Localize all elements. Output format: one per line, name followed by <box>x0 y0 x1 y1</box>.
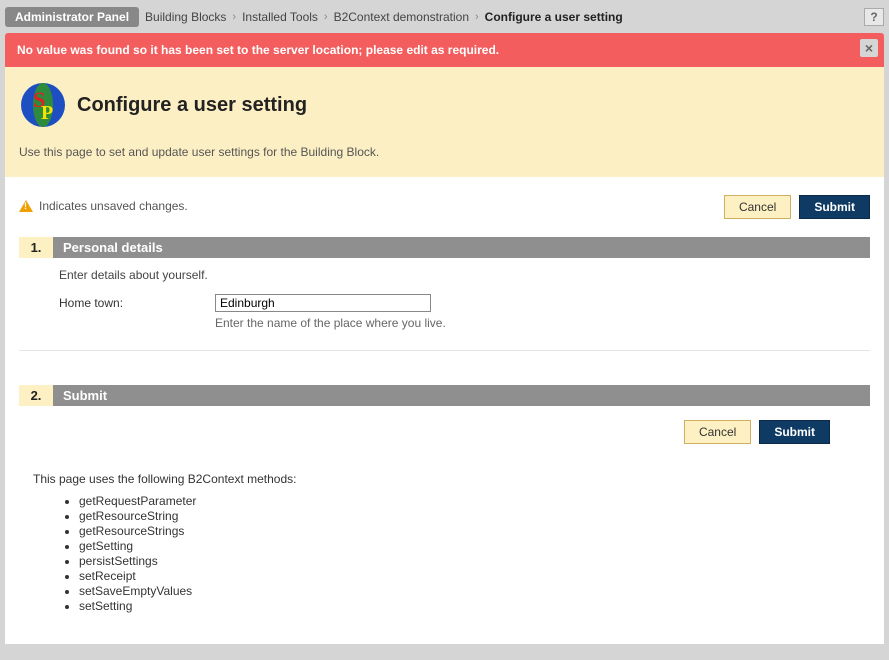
hometown-label: Home town: <box>59 294 215 330</box>
chevron-right-icon: › <box>324 11 328 23</box>
breadcrumb-current: Configure a user setting <box>485 10 623 24</box>
section-title: Submit <box>53 385 870 406</box>
action-buttons-top: Cancel Submit <box>724 195 870 219</box>
breadcrumb: Administrator Panel Building Blocks › In… <box>5 5 884 33</box>
breadcrumb-item[interactable]: Building Blocks <box>145 10 226 24</box>
action-buttons-bottom: Cancel Submit <box>59 420 830 444</box>
chevron-right-icon: › <box>232 11 236 23</box>
submit-button[interactable]: Submit <box>759 420 830 444</box>
form-row-hometown: Home town: Enter the name of the place w… <box>59 294 830 330</box>
page-description: Use this page to set and update user set… <box>19 145 870 159</box>
section-body-1: Enter details about yourself. Home town:… <box>19 258 870 351</box>
warning-icon <box>19 200 33 212</box>
content-area: Indicates unsaved changes. Cancel Submit… <box>5 177 884 644</box>
chevron-right-icon: › <box>475 11 479 23</box>
unsaved-indicator: Indicates unsaved changes. <box>19 199 188 213</box>
list-item: getResourceStrings <box>79 524 870 538</box>
close-icon[interactable]: × <box>860 39 878 57</box>
list-item: persistSettings <box>79 554 870 568</box>
methods-intro: This page uses the following B2Context m… <box>33 472 870 486</box>
help-button[interactable]: ? <box>864 8 884 26</box>
submit-button[interactable]: Submit <box>799 195 870 219</box>
hometown-hint: Enter the name of the place where you li… <box>215 316 446 330</box>
hometown-input[interactable] <box>215 294 431 312</box>
section-header-2: 2. Submit <box>19 385 870 406</box>
page-header: S P Configure a user setting Use this pa… <box>5 67 884 177</box>
breadcrumb-root[interactable]: Administrator Panel <box>5 7 139 27</box>
list-item: getRequestParameter <box>79 494 870 508</box>
section-title: Personal details <box>53 237 870 258</box>
breadcrumb-item[interactable]: B2Context demonstration <box>334 10 469 24</box>
alert-banner: No value was found so it has been set to… <box>5 33 884 67</box>
section-number: 1. <box>19 237 53 258</box>
breadcrumb-item[interactable]: Installed Tools <box>242 10 318 24</box>
section-header-1: 1. Personal details <box>19 237 870 258</box>
section-number: 2. <box>19 385 53 406</box>
list-item: setSaveEmptyValues <box>79 584 870 598</box>
methods-list: getRequestParameter getResourceString ge… <box>79 494 870 613</box>
page-title: Configure a user setting <box>77 94 307 117</box>
alert-message: No value was found so it has been set to… <box>17 43 499 57</box>
list-item: getSetting <box>79 539 870 553</box>
list-item: getResourceString <box>79 509 870 523</box>
list-item: setSetting <box>79 599 870 613</box>
list-item: setReceipt <box>79 569 870 583</box>
app-logo-icon: S P <box>19 81 67 129</box>
section-body-2: Cancel Submit <box>19 406 870 454</box>
section-intro: Enter details about yourself. <box>59 268 830 282</box>
svg-text:P: P <box>41 102 53 124</box>
unsaved-text: Indicates unsaved changes. <box>39 199 188 213</box>
cancel-button[interactable]: Cancel <box>684 420 751 444</box>
cancel-button[interactable]: Cancel <box>724 195 791 219</box>
